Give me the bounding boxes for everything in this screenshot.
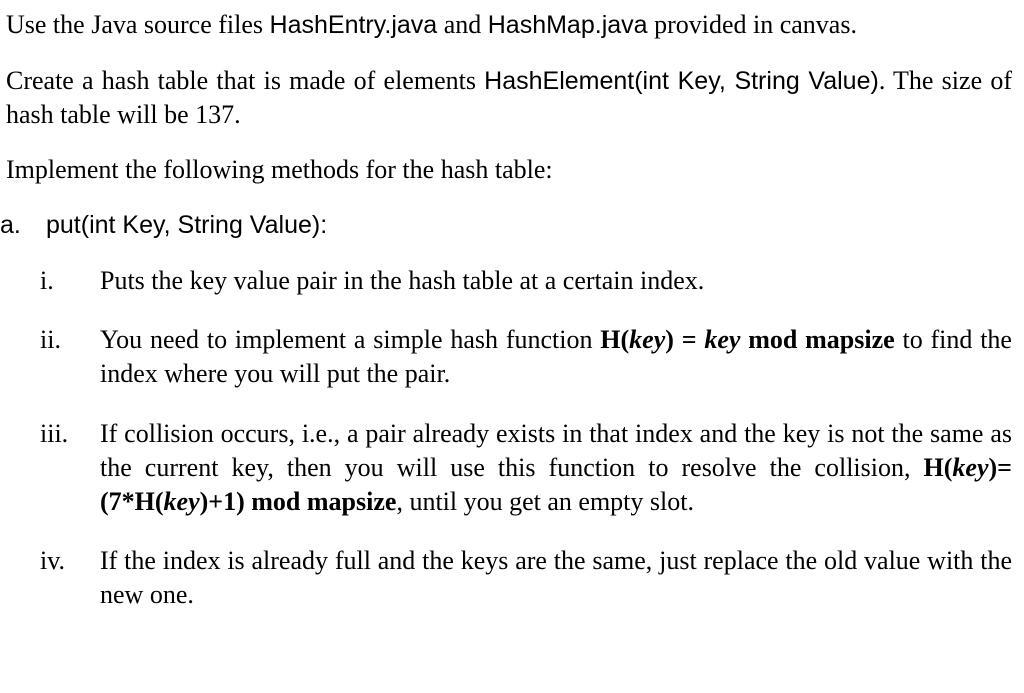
code-filename: HashMap.java: [488, 11, 648, 39]
text: If collision occurs, i.e., a pair alread…: [100, 419, 1012, 482]
text: provided in canvas.: [648, 10, 857, 39]
code-signature: HashElement(int Key, String Value): [484, 67, 879, 95]
text: Use the Java source files: [6, 10, 270, 39]
text: Implement the following methods for the …: [6, 155, 553, 184]
list-marker-iv: iv.: [28, 544, 100, 612]
formula-var: key: [629, 325, 665, 354]
paragraph-3: Implement the following methods for the …: [6, 153, 1012, 187]
document-page: Use the Java source files HashEntry.java…: [0, 0, 1024, 612]
list-marker-a: a.: [0, 209, 46, 242]
formula-text: ) =: [665, 325, 704, 354]
list-marker-i: i.: [28, 264, 100, 298]
list-marker-ii: ii.: [28, 323, 100, 391]
formula-text: H(: [924, 453, 953, 482]
text: , until you get an empty slot.: [396, 487, 694, 516]
text: and: [437, 10, 488, 39]
list-item-iv: iv. If the index is already full and the…: [28, 544, 1012, 612]
formula-text: )+1) mod mapsize: [200, 487, 397, 516]
paragraph-2: Create a hash table that is made of elem…: [6, 64, 1012, 132]
formula-text: H(: [600, 325, 629, 354]
list-content-iv: If the index is already full and the key…: [100, 544, 1012, 612]
list-content-a: put(int Key, String Value):: [46, 209, 1012, 242]
list-item-ii: ii. You need to implement a simple hash …: [28, 323, 1012, 391]
paragraph-1: Use the Java source files HashEntry.java…: [6, 8, 1012, 42]
formula-var: key: [704, 325, 740, 354]
text: You need to implement a simple hash func…: [100, 325, 600, 354]
text: Create a hash table that is made of elem…: [6, 66, 484, 95]
code-filename: HashEntry.java: [270, 11, 438, 39]
list-content-i: Puts the key value pair in the hash tabl…: [100, 264, 1012, 298]
formula-var: key: [952, 453, 988, 482]
formula-text: mod mapsize: [740, 325, 894, 354]
list-item-a: a. put(int Key, String Value):: [0, 209, 1012, 242]
formula-var: key: [164, 487, 200, 516]
inner-list: i. Puts the key value pair in the hash t…: [28, 264, 1012, 612]
list-item-iii: iii. If collision occurs, i.e., a pair a…: [28, 417, 1012, 518]
list-marker-iii: iii.: [28, 417, 100, 518]
list-content-iii: If collision occurs, i.e., a pair alread…: [100, 417, 1012, 518]
list-content-ii: You need to implement a simple hash func…: [100, 323, 1012, 391]
list-item-i: i. Puts the key value pair in the hash t…: [28, 264, 1012, 298]
